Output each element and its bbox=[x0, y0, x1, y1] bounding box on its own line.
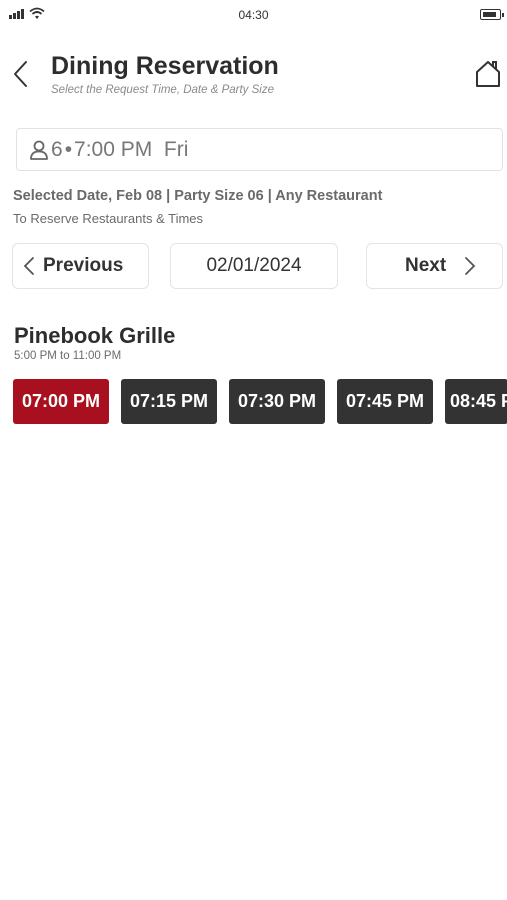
date-picker-button[interactable]: 02/01/2024 bbox=[170, 243, 338, 289]
time-slot-0715[interactable]: 07:15 PM bbox=[121, 379, 217, 424]
time-slot-list: 07:00 PM 07:15 PM 07:30 PM 07:45 PM 08:4… bbox=[13, 379, 507, 424]
time-day-value: 7:00 PM Fri bbox=[74, 137, 189, 161]
date-value: 02/01/2024 bbox=[206, 255, 302, 276]
page-subtitle: Select the Request Time, Date & Party Si… bbox=[51, 84, 274, 96]
time-slot-0700-selected[interactable]: 07:00 PM bbox=[13, 379, 109, 424]
person-icon bbox=[30, 140, 48, 160]
time-slot-0845[interactable]: 08:45 PM bbox=[445, 379, 507, 424]
next-label: Next bbox=[405, 255, 447, 276]
next-button[interactable]: Next bbox=[366, 243, 503, 289]
party-time-selector[interactable]: 6 • 7:00 PM Fri bbox=[16, 128, 503, 171]
time-slot-0730[interactable]: 07:30 PM bbox=[229, 379, 325, 424]
previous-label: Previous bbox=[43, 255, 124, 276]
restaurant-hours: 5:00 PM to 11:00 PM bbox=[14, 350, 122, 362]
status-bar: 04:30 bbox=[0, 0, 507, 30]
time-slot-0745[interactable]: 07:45 PM bbox=[337, 379, 433, 424]
party-size-value: 6 bbox=[51, 137, 63, 161]
chevron-left-icon bbox=[23, 257, 34, 275]
selection-summary: Selected Date, Feb 08 | Party Size 06 | … bbox=[13, 188, 383, 204]
selection-hint: To Reserve Restaurants & Times bbox=[13, 211, 204, 226]
status-time: 04:30 bbox=[238, 8, 269, 22]
previous-button[interactable]: Previous bbox=[12, 243, 149, 289]
separator-dot: • bbox=[64, 137, 73, 161]
chevron-right-icon bbox=[465, 257, 476, 275]
home-icon[interactable] bbox=[473, 58, 503, 90]
restaurant-name: Pinebook Grille bbox=[14, 323, 176, 348]
page-title: Dining Reservation bbox=[51, 52, 279, 80]
battery-icon bbox=[480, 9, 504, 20]
back-arrow-icon[interactable] bbox=[10, 58, 32, 90]
